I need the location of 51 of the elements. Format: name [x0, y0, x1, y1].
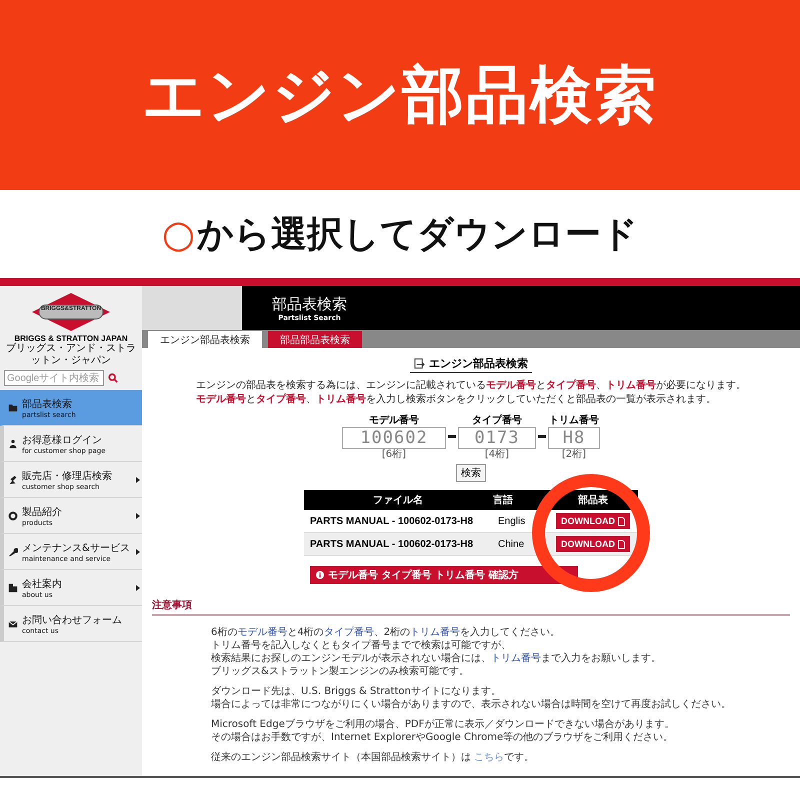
banner-subtitle: から選択してダウンロード [197, 212, 638, 256]
field-hint: [2桁] [562, 449, 586, 460]
dash-mark [448, 435, 456, 438]
download-button[interactable]: DOWNLOAD [556, 513, 630, 529]
circle-marker: ○ [162, 212, 196, 256]
note-text: ブリッグス&ストラットン製エンジンのみ検索可能です。 [211, 665, 470, 678]
dash-mark [538, 435, 546, 438]
field-label: トリム番号 [549, 414, 599, 427]
notes-heading: 注意事項 [152, 598, 790, 616]
info-icon [316, 571, 324, 579]
file-icon [618, 516, 625, 526]
search-button[interactable]: 検索 [456, 464, 486, 482]
instruction-text: モデル番号と タイプ番号、トリム番号を入力し検索ボタンをクリックしていただくと部品表の一覧が表示されます。 [196, 393, 717, 407]
note-text: Microsoft Edgeブラウザをご利用の場合、PDFが正常に表示／ダウンロードできない場合があります。 [211, 718, 676, 731]
building-icon [8, 582, 18, 592]
tab[interactable]: エンジン部品表検索 [148, 331, 262, 348]
note-text: 検索結果にお探しのエンジンモデルが表示されない場合には、トリム番号まで入力をお願いします。 [211, 652, 662, 665]
header-title: 部品表検索 [272, 294, 347, 314]
field-label: モデル番号 [369, 414, 419, 427]
banner-title: エンジン部品検索 [142, 57, 658, 133]
folder-icon [8, 402, 18, 412]
download-button[interactable]: DOWNLOAD [556, 536, 630, 552]
company-name: BRIGGS & STRATTON JAPAN [14, 334, 129, 343]
section-title: エンジン部品表検索 [429, 356, 528, 371]
field-hint: [6桁] [382, 449, 406, 460]
tab[interactable]: 部品部品表検索 [268, 331, 362, 348]
note-text: 6桁のモデル番号と4桁のタイプ番号、2桁の トリム番号を入力してください。 [211, 626, 562, 639]
mail-icon [8, 618, 18, 628]
file-name-cell: PARTS MANUAL - 100602-0173-H8 [304, 532, 492, 556]
company-kana: ブリッグス・アンド・ストラットン・ジャパン [5, 343, 137, 366]
person-icon [8, 438, 18, 448]
note-text: 場合によっては非常につながりにくい場合がありますので、表示されない場合は時間を空けて再度お試しください。 [211, 698, 731, 711]
column-header: ファイル名 [304, 490, 492, 510]
site-search-field[interactable]: Googleサイト内検索 [4, 370, 104, 386]
wrench-icon [8, 546, 18, 556]
instruction-text: エンジンの部品表を検索する為には、エンジンに記載されているモデル番号と タイプ番号、トリム番号が必要になります。 [196, 379, 746, 393]
note-text: トリム番号を記入しなくともタイプ番号までで検索は可能ですが、 [211, 639, 512, 652]
note-text: ダウンロード先は、U.S. Briggs & Strattonサイトになります。 [211, 685, 502, 698]
field-hint: [4桁] [484, 449, 510, 460]
column-header: 言語 [492, 490, 548, 510]
ring-icon [8, 510, 18, 520]
note-text: 従来のエンジン部品検索サイト（本国部品検索サイト）は こちらです。 [211, 751, 536, 764]
document-icon [414, 358, 425, 369]
number-field[interactable]: H8 [548, 427, 600, 449]
file-icon [618, 540, 625, 548]
number-field[interactable]: 0173 [458, 427, 536, 449]
search-icon[interactable] [108, 373, 118, 383]
number-field[interactable]: 100602 [342, 427, 446, 449]
help-button[interactable]: モデル番号 タイプ番号 トリム番号 確認方 [310, 566, 578, 584]
field-label: タイプ番号 [472, 413, 522, 427]
note-text: その場合はお手数ですが、Internet ExplorerやGoogle Chrome等の他のブラウザをご利用ください。 [211, 731, 674, 744]
